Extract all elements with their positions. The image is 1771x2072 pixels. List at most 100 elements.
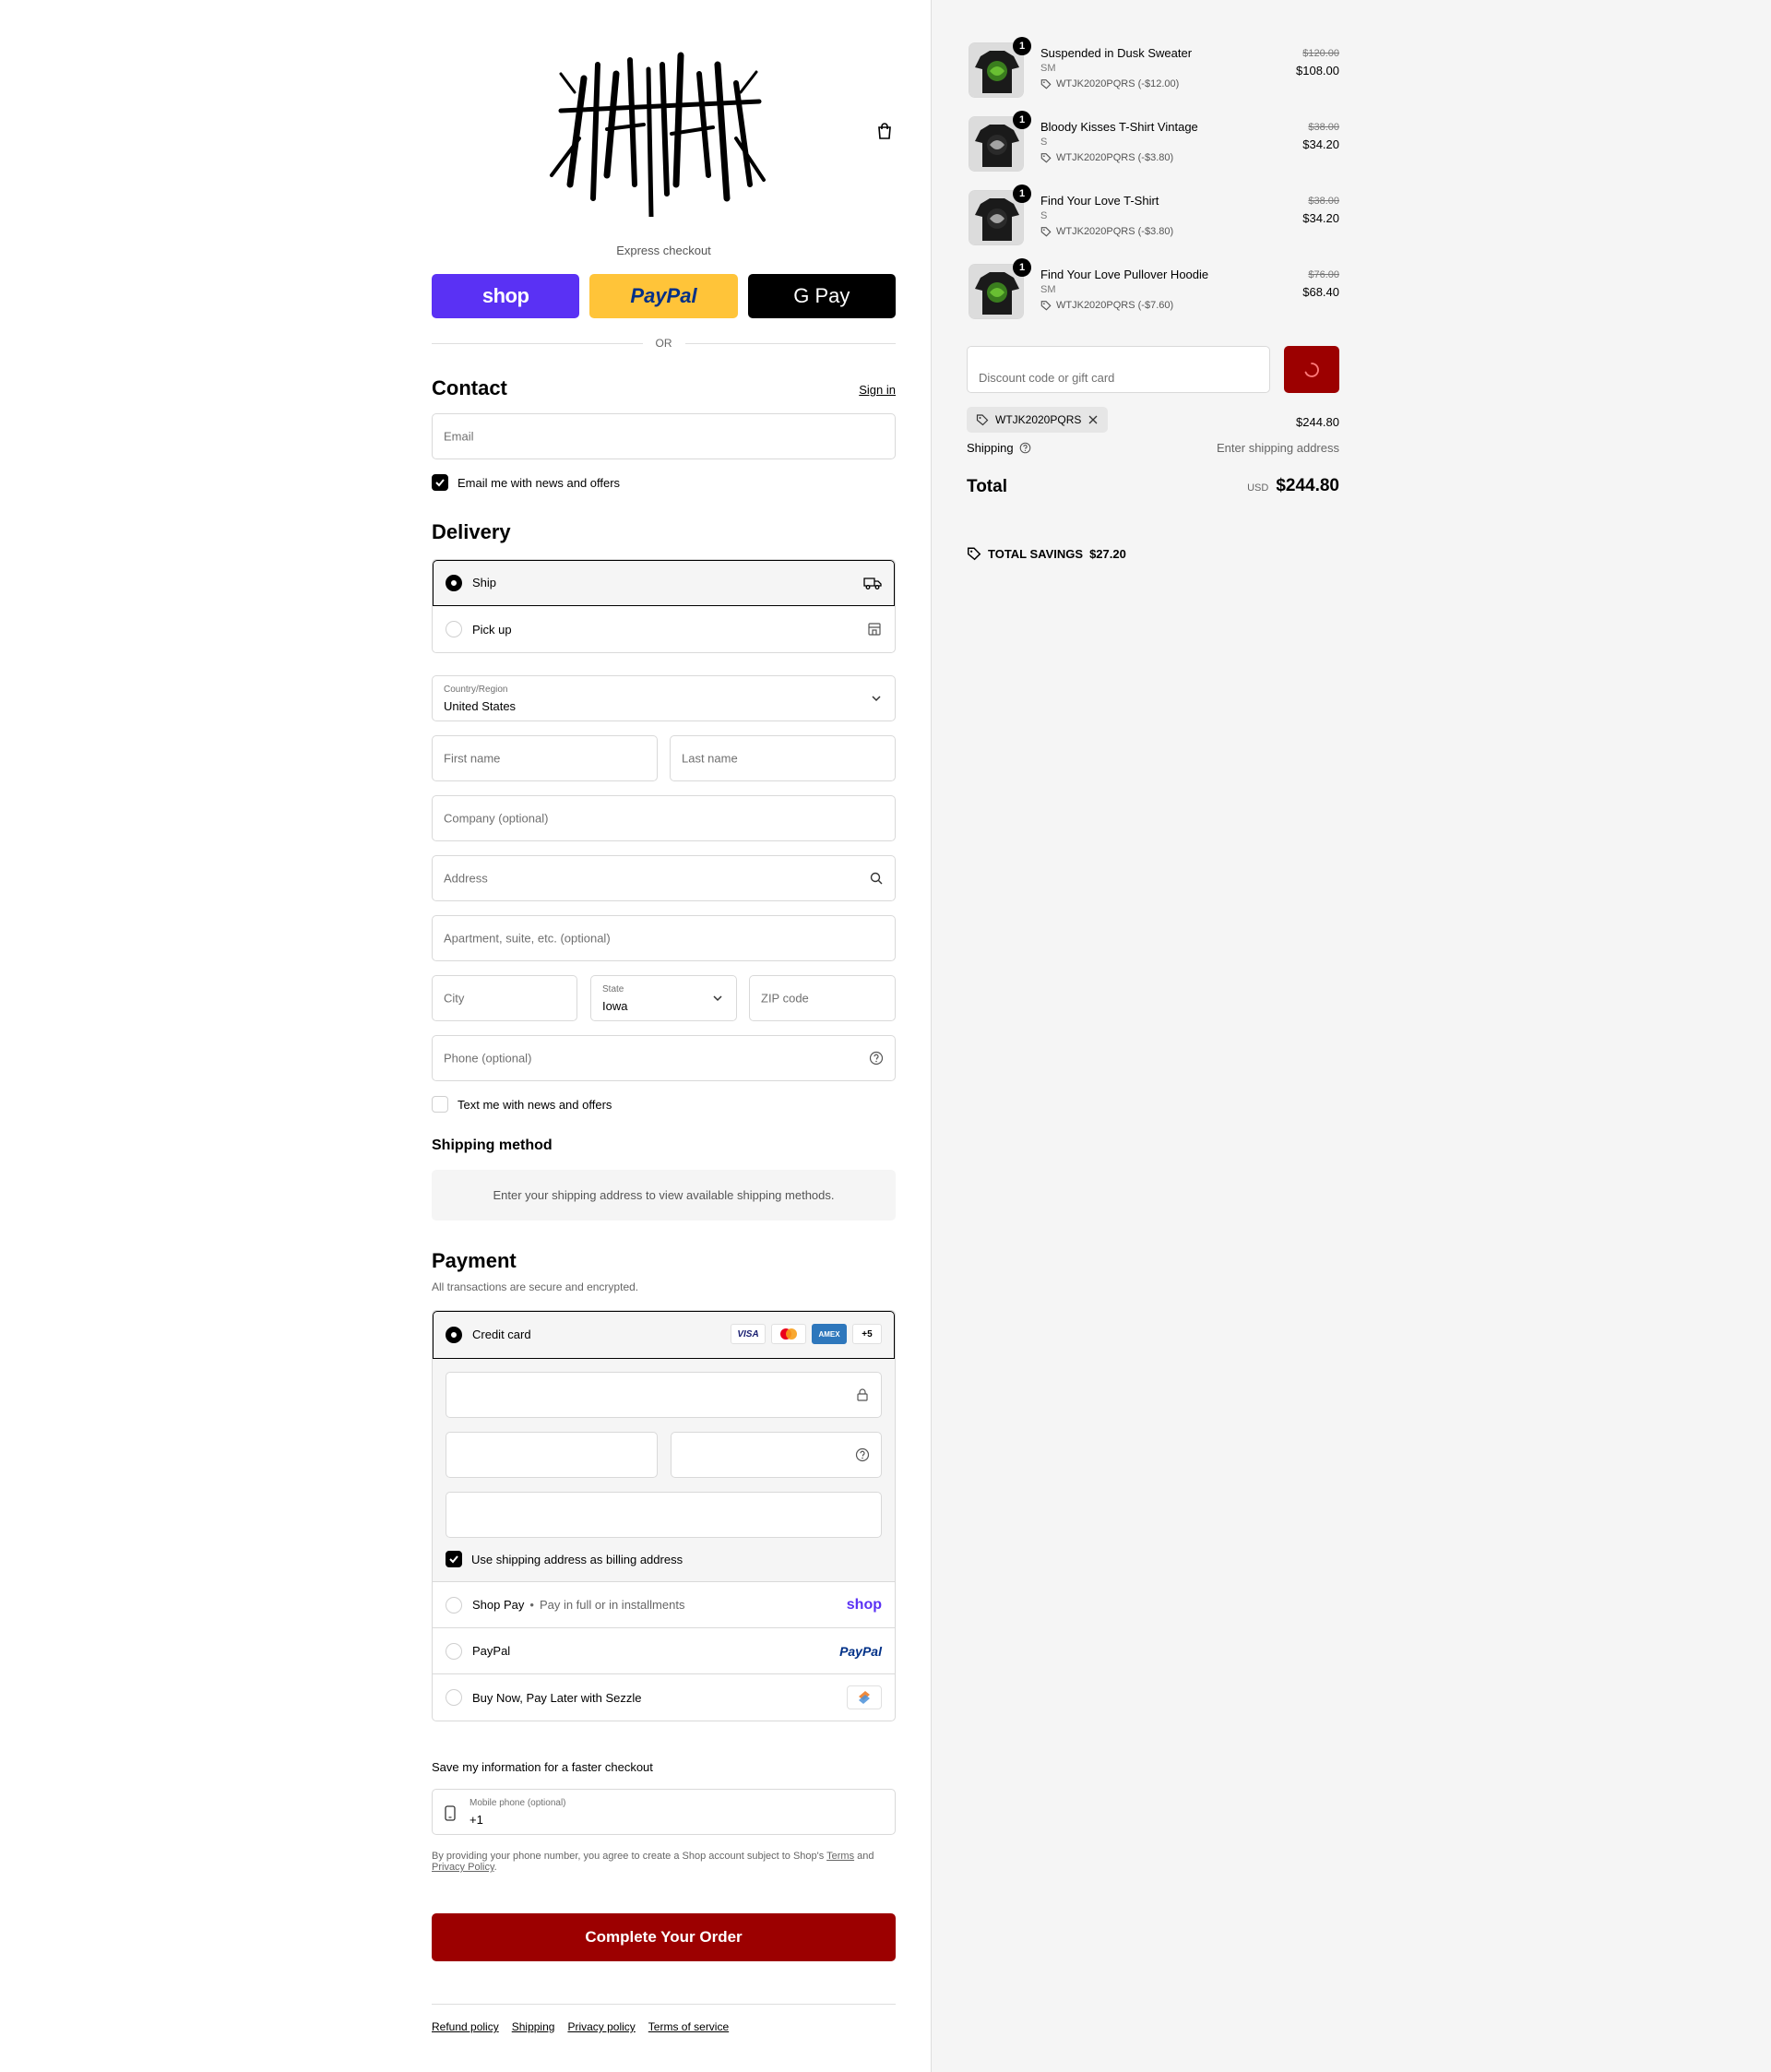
footer-links: Refund policy Shipping Privacy policy Te… bbox=[432, 2020, 729, 2033]
payment-option-paypal[interactable]: PayPal PayPal bbox=[433, 1628, 895, 1674]
address-field[interactable]: Address bbox=[432, 855, 896, 901]
expiration-date-field[interactable] bbox=[446, 1432, 658, 1478]
quantity-badge: 1 bbox=[1013, 185, 1031, 203]
apartment-field[interactable]: Apartment, suite, etc. (optional) bbox=[432, 915, 896, 961]
last-name-field[interactable]: Last name bbox=[670, 735, 896, 781]
company-field[interactable]: Company (optional) bbox=[432, 795, 896, 841]
privacy-policy-footer-link[interactable]: Privacy policy bbox=[567, 2020, 635, 2033]
mobile-phone-field[interactable]: Mobile phone (optional) +1 bbox=[432, 1789, 896, 1835]
card-number-field[interactable] bbox=[446, 1372, 882, 1418]
or-label: OR bbox=[655, 337, 672, 350]
loading-spinner-icon bbox=[1304, 362, 1319, 377]
total-savings: TOTAL SAVINGS $27.20 bbox=[967, 546, 1126, 561]
total-value: $244.80 bbox=[1276, 476, 1339, 495]
shipping-policy-link[interactable]: Shipping bbox=[512, 2020, 555, 2033]
tag-icon bbox=[1040, 227, 1052, 237]
brand-logo-art bbox=[550, 52, 766, 220]
pickup-label: Pick up bbox=[472, 622, 512, 637]
ship-radio[interactable] bbox=[446, 574, 462, 591]
contact-heading: Contact bbox=[432, 376, 507, 399]
email-news-checkbox[interactable] bbox=[432, 474, 448, 491]
product-variant: SM bbox=[1040, 63, 1056, 74]
state-value: Iowa bbox=[602, 999, 628, 1013]
mobile-phone-icon bbox=[445, 1805, 456, 1821]
payment-subtitle: All transactions are secure and encrypte… bbox=[432, 1280, 639, 1293]
text-news-checkbox[interactable] bbox=[432, 1096, 448, 1113]
state-select[interactable]: State Iowa bbox=[590, 975, 737, 1021]
sezzle-icon bbox=[847, 1685, 882, 1709]
zip-field[interactable]: ZIP code bbox=[749, 975, 896, 1021]
express-checkout-buttons: shop PayPal G Pay bbox=[432, 274, 896, 318]
divider-line bbox=[684, 342, 896, 344]
credit-card-radio[interactable] bbox=[446, 1326, 462, 1343]
payment-option-sezzle[interactable]: Buy Now, Pay Later with Sezzle bbox=[433, 1674, 895, 1721]
shopping-bag-icon[interactable] bbox=[875, 122, 894, 140]
discounted-price: $34.20 bbox=[1302, 211, 1339, 225]
discounted-price: $108.00 bbox=[1296, 64, 1339, 77]
payment-option-credit-card[interactable]: Credit card VISA AMEX +5 bbox=[433, 1311, 895, 1359]
cart-item: 1 Find Your Love T-Shirt S WTJK2020PQRS … bbox=[967, 185, 1339, 247]
legal-period: . bbox=[493, 1862, 497, 1873]
refund-policy-link[interactable]: Refund policy bbox=[432, 2020, 499, 2033]
mobile-phone-label: Mobile phone (optional) bbox=[469, 1798, 566, 1808]
state-label: State bbox=[602, 984, 624, 994]
help-icon[interactable] bbox=[869, 1051, 884, 1066]
company-placeholder: Company (optional) bbox=[444, 811, 549, 826]
help-icon[interactable] bbox=[855, 1447, 870, 1462]
terms-link[interactable]: Terms bbox=[826, 1851, 854, 1862]
remove-code-icon[interactable] bbox=[1088, 414, 1099, 425]
product-discount: WTJK2020PQRS (-$7.60) bbox=[1040, 300, 1173, 311]
country-select[interactable]: Country/Region United States bbox=[432, 675, 896, 721]
email-news-checkbox-row[interactable]: Email me with news and offers bbox=[432, 474, 620, 491]
legal-and: and bbox=[857, 1851, 874, 1862]
paypal-radio[interactable] bbox=[446, 1642, 462, 1660]
phone-field[interactable]: Phone (optional) bbox=[432, 1035, 896, 1081]
more-cards-badge: +5 bbox=[852, 1324, 882, 1344]
name-on-card-field[interactable] bbox=[446, 1492, 882, 1538]
tag-icon bbox=[1040, 153, 1052, 163]
text-news-checkbox-row[interactable]: Text me with news and offers bbox=[432, 1096, 612, 1113]
first-name-field[interactable]: First name bbox=[432, 735, 658, 781]
terms-of-service-link[interactable]: Terms of service bbox=[648, 2020, 729, 2033]
shop-pay-sublabel: Pay in full or in installments bbox=[539, 1598, 685, 1612]
shipping-row: Shipping bbox=[967, 441, 1031, 455]
delivery-option-pickup[interactable]: Pick up bbox=[433, 606, 895, 652]
sezzle-radio[interactable] bbox=[446, 1689, 462, 1706]
email-field[interactable]: Email bbox=[432, 413, 896, 459]
google-pay-express-button[interactable]: G Pay bbox=[747, 274, 896, 318]
help-icon[interactable] bbox=[1019, 442, 1031, 454]
security-code-field[interactable] bbox=[671, 1432, 882, 1478]
paypal-express-button[interactable]: PayPal bbox=[589, 274, 738, 318]
sezzle-label: Buy Now, Pay Later with Sezzle bbox=[472, 1690, 642, 1705]
amex-icon: AMEX bbox=[812, 1324, 847, 1344]
privacy-policy-link[interactable]: Privacy Policy bbox=[432, 1862, 494, 1873]
delivery-option-ship[interactable]: Ship bbox=[433, 560, 895, 606]
discount-code-field[interactable]: Discount code or gift card bbox=[967, 346, 1270, 393]
shop-pay-radio[interactable] bbox=[446, 1596, 462, 1614]
payment-heading: Payment bbox=[432, 1249, 517, 1272]
city-field[interactable]: City bbox=[432, 975, 577, 1021]
billing-address-checkbox-row[interactable]: Use shipping address as billing address bbox=[446, 1551, 683, 1567]
tag-icon bbox=[967, 547, 981, 561]
sign-in-link[interactable]: Sign in bbox=[859, 383, 896, 397]
original-price: $120.00 bbox=[1302, 48, 1339, 59]
paypal-label: PayPal bbox=[472, 1644, 511, 1658]
country-value: United States bbox=[444, 699, 517, 713]
chevron-down-icon bbox=[713, 995, 722, 1002]
shop-pay-express-button[interactable]: shop bbox=[432, 274, 580, 318]
billing-address-checkbox[interactable] bbox=[446, 1551, 462, 1567]
product-discount-code: WTJK2020PQRS (-$3.80) bbox=[1056, 226, 1174, 237]
complete-order-button[interactable]: Complete Your Order bbox=[432, 1913, 896, 1961]
or-divider: OR bbox=[432, 337, 896, 350]
product-discount-code: WTJK2020PQRS (-$12.00) bbox=[1056, 78, 1180, 89]
payment-option-shop-pay[interactable]: Shop Pay • Pay in full or in installment… bbox=[433, 1582, 895, 1628]
apply-discount-button[interactable] bbox=[1284, 346, 1339, 393]
brand-logo[interactable] bbox=[542, 46, 773, 220]
subtotal-value: $244.80 bbox=[1296, 415, 1339, 429]
email-news-label: Email me with news and offers bbox=[458, 475, 621, 490]
original-price: $38.00 bbox=[1308, 122, 1339, 133]
email-placeholder: Email bbox=[444, 429, 474, 444]
total-label: Total bbox=[967, 477, 1007, 496]
quantity-badge: 1 bbox=[1013, 111, 1031, 129]
pickup-radio[interactable] bbox=[446, 621, 462, 637]
